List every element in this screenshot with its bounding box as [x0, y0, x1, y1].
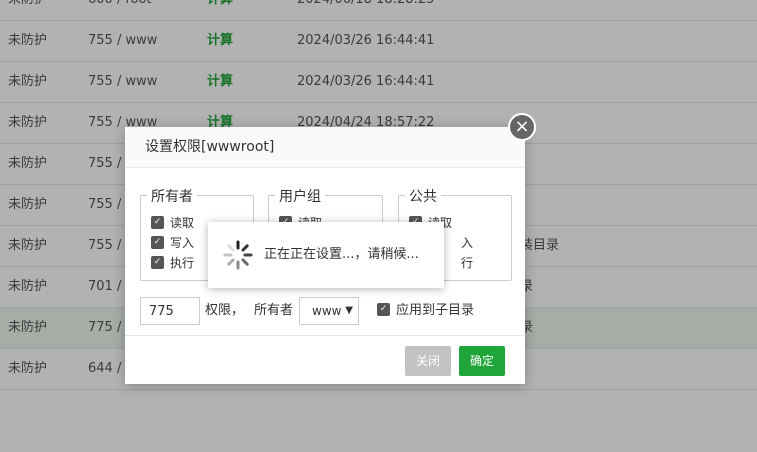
- loading-text: 正在正在设置...，请稍候...: [264, 247, 419, 262]
- check-icon: ✓: [151, 216, 164, 229]
- check-icon: ✓: [151, 236, 164, 249]
- check-icon: ✓: [377, 303, 390, 316]
- checkbox-label: 执行: [170, 256, 195, 270]
- check-icon: ✓: [151, 256, 164, 269]
- confirm-button[interactable]: 确定: [459, 346, 505, 376]
- owner-read-checkbox[interactable]: ✓ 读取: [151, 213, 194, 233]
- permission-label: 权限，: [205, 303, 245, 318]
- checkbox-label: 应用到子目录: [396, 303, 475, 318]
- permission-value-input[interactable]: [140, 297, 200, 325]
- spinner-icon: [223, 240, 253, 270]
- owner-write-checkbox[interactable]: ✓ 写入: [151, 233, 194, 253]
- close-icon[interactable]: ×: [508, 113, 536, 141]
- group-legend: 用户组: [275, 186, 325, 206]
- loading-toast: 正在正在设置...，请稍候...: [208, 222, 444, 288]
- owner-selected-value: www: [312, 304, 342, 318]
- group-legend: 公共: [405, 186, 441, 206]
- owner-execute-checkbox[interactable]: ✓ 执行: [151, 253, 194, 273]
- dialog-footer: 关闭 确定: [125, 335, 525, 385]
- group-legend: 所有者: [147, 186, 197, 206]
- dialog-title: 设置权限[wwwroot]: [125, 127, 525, 168]
- checkbox-label: 读取: [170, 216, 195, 230]
- public-execute-label: 行: [461, 256, 474, 270]
- owner-label: 所有者: [254, 303, 294, 318]
- chevron-down-icon: ▼: [345, 305, 353, 316]
- public-write-label: 入: [461, 236, 474, 250]
- checkbox-label: 写入: [170, 236, 195, 250]
- apply-subdirs-checkbox[interactable]: ✓ 应用到子目录: [377, 297, 474, 325]
- owner-select[interactable]: www ▼: [299, 297, 359, 325]
- close-button[interactable]: 关闭: [405, 346, 451, 376]
